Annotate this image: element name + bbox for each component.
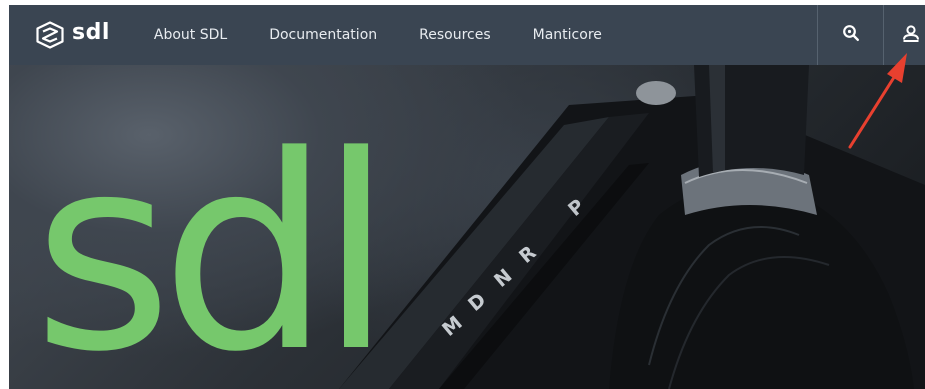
page-frame: sdl About SDL Documentation Resources Ma… [9,5,925,389]
annotation-arrow [848,53,907,149]
